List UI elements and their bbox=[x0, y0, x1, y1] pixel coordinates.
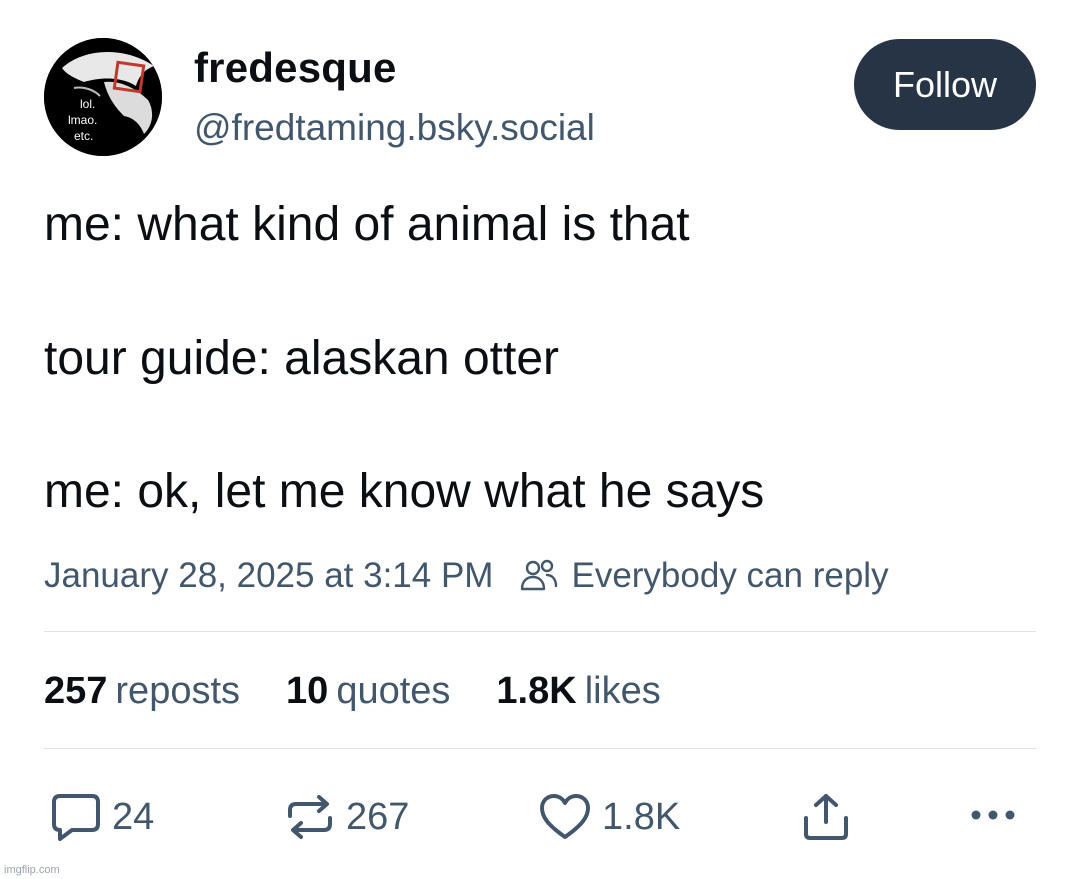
avatar-text-1: lol. bbox=[80, 97, 95, 111]
divider bbox=[44, 748, 1036, 749]
divider bbox=[44, 631, 1036, 632]
repost-count: 267 bbox=[346, 795, 410, 838]
stat-count: 10 bbox=[286, 670, 329, 712]
post-text-line: me: what kind of animal is that bbox=[44, 198, 690, 251]
stat-count: 257 bbox=[44, 670, 108, 712]
stat-quotes[interactable]: 10 quotes bbox=[286, 670, 450, 713]
ellipsis-icon bbox=[968, 800, 1018, 830]
avatar-text-2: lmao. bbox=[68, 113, 97, 127]
post-meta: January 28, 2025 at 3:14 PM Everybody ca… bbox=[44, 556, 889, 596]
stat-count: 1.8K bbox=[496, 670, 577, 712]
follow-button[interactable]: Follow bbox=[854, 39, 1036, 130]
repost-button[interactable]: 267 bbox=[284, 792, 409, 842]
stat-label: quotes bbox=[336, 670, 451, 712]
reply-count: 24 bbox=[112, 795, 155, 838]
avatar-text-3: etc. bbox=[74, 129, 93, 143]
like-count: 1.8K bbox=[602, 795, 681, 838]
post-text-line: me: ok, let me know what he says bbox=[44, 465, 765, 518]
comment-icon bbox=[50, 792, 102, 842]
reply-button[interactable]: 24 bbox=[50, 792, 154, 842]
stat-reposts[interactable]: 257 reposts bbox=[44, 670, 240, 713]
reply-setting[interactable]: Everybody can reply bbox=[571, 556, 888, 596]
display-name[interactable]: fredesque bbox=[194, 44, 397, 92]
share-icon bbox=[800, 792, 852, 842]
avatar[interactable]: lol. lmao. etc. bbox=[44, 38, 162, 156]
avatar-image: lol. lmao. etc. bbox=[44, 38, 162, 156]
stat-label: reposts bbox=[115, 670, 241, 712]
stat-likes[interactable]: 1.8K likes bbox=[496, 670, 660, 713]
repost-icon bbox=[284, 792, 336, 842]
post-stats: 257 reposts 10 quotes 1.8K likes bbox=[44, 670, 707, 713]
watermark: imgflip.com bbox=[4, 864, 60, 876]
heart-icon bbox=[538, 792, 592, 842]
stat-label: likes bbox=[584, 670, 661, 712]
handle[interactable]: @fredtaming.bsky.social bbox=[194, 107, 595, 149]
post-timestamp[interactable]: January 28, 2025 at 3:14 PM bbox=[44, 556, 493, 596]
people-icon bbox=[519, 558, 559, 594]
post-text-line: tour guide: alaskan otter bbox=[44, 332, 559, 385]
more-button[interactable] bbox=[968, 800, 1018, 830]
share-button[interactable] bbox=[800, 792, 852, 842]
like-button[interactable]: 1.8K bbox=[538, 792, 680, 842]
